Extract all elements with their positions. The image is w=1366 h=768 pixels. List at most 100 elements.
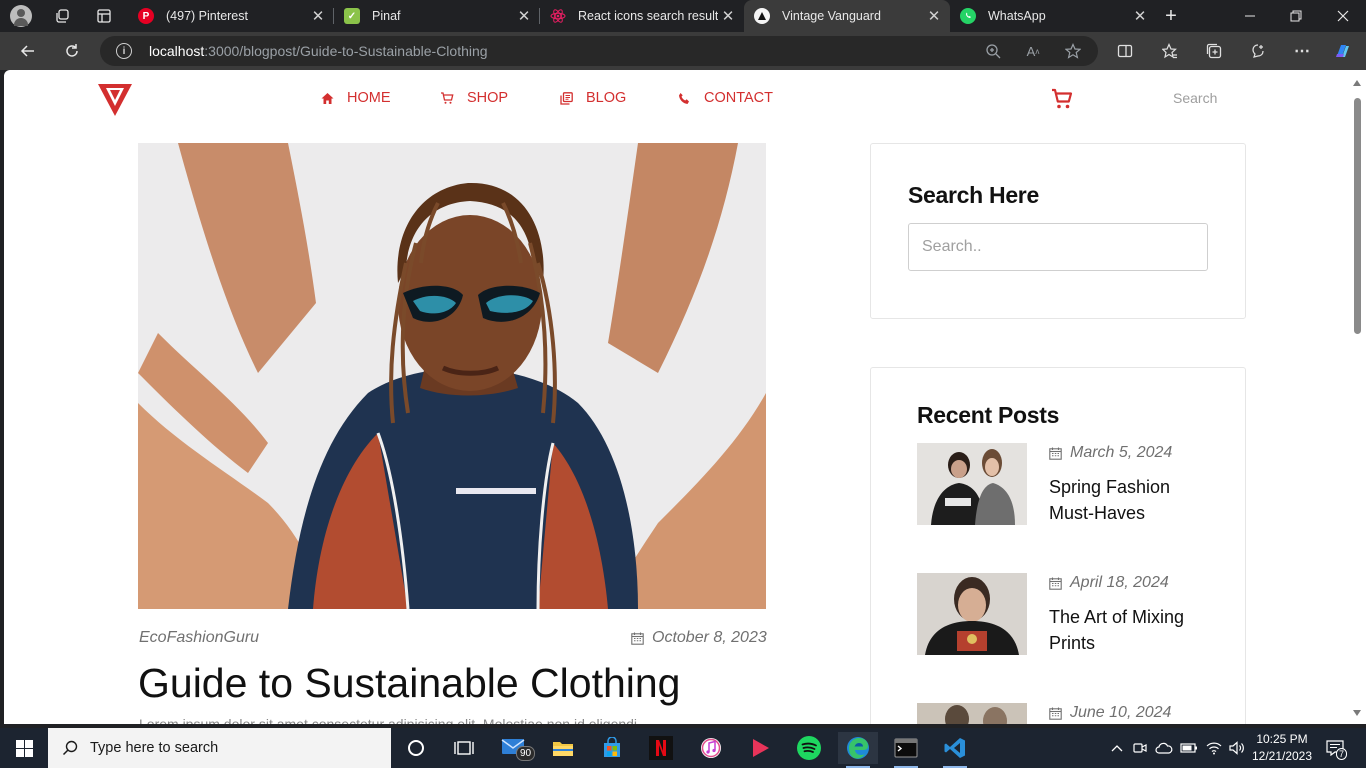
copilot-icon[interactable]	[1333, 41, 1353, 61]
tab-title: WhatsApp	[988, 9, 1046, 23]
profile-avatar-icon[interactable]	[10, 5, 32, 27]
show-hidden-icons-icon[interactable]	[1107, 728, 1127, 768]
url-host: localhost	[149, 43, 205, 59]
split-screen-icon[interactable]	[1115, 41, 1135, 61]
tab-whatsapp[interactable]: WhatsApp ✕	[950, 0, 1156, 32]
nav-label: SHOP	[467, 90, 509, 106]
address-bar[interactable]: i localhost:3000/blogpost/Guide-to-Susta…	[100, 36, 1098, 66]
vanguard-icon	[754, 8, 770, 24]
post-title: Guide to Sustainable Clothing	[138, 660, 681, 706]
recent-post-item[interactable]: March 5, 2024 Spring Fashion Must-Haves	[917, 443, 1217, 527]
recent-post-date: March 5, 2024	[1049, 444, 1172, 462]
nav-shop[interactable]: SHOP	[440, 90, 508, 106]
scrollbar-thumb[interactable]	[1354, 98, 1361, 334]
windows-start-icon[interactable]	[0, 728, 48, 768]
file-explorer-icon[interactable]	[543, 732, 583, 764]
minimize-icon[interactable]	[1227, 0, 1273, 32]
windows-taskbar: Type here to search 90 10:25 PM 12/21/20…	[0, 728, 1366, 768]
sidebar-search-input[interactable]	[908, 223, 1208, 271]
task-view-icon[interactable]	[444, 732, 484, 764]
onedrive-icon[interactable]	[1153, 728, 1175, 768]
recent-post-item[interactable]: April 18, 2024 The Art of Mixing Prints	[917, 573, 1217, 657]
tab-pinterest[interactable]: P (497) Pinterest ✕	[128, 0, 334, 32]
url-text[interactable]: localhost:3000/blogpost/Guide-to-Sustain…	[149, 43, 488, 59]
scroll-down-icon[interactable]	[1353, 710, 1361, 716]
battery-icon[interactable]	[1178, 728, 1200, 768]
post-hero-image	[138, 143, 766, 609]
close-tab-icon[interactable]: ✕	[308, 7, 328, 25]
taskbar-search-box[interactable]: Type here to search	[48, 728, 391, 768]
recent-post-thumbnail[interactable]	[917, 573, 1027, 655]
favorite-star-icon[interactable]	[1064, 42, 1082, 60]
favorites-icon[interactable]	[1160, 41, 1180, 61]
close-tab-icon[interactable]: ✕	[924, 7, 944, 25]
collections-icon[interactable]	[1204, 41, 1224, 61]
restore-icon[interactable]	[1273, 0, 1319, 32]
tab-pinaf[interactable]: ✓ Pinaf ✕	[334, 0, 540, 32]
recent-post-thumbnail[interactable]	[917, 703, 1027, 724]
whatsapp-icon	[960, 8, 976, 24]
nav-blog[interactable]: BLOG	[559, 90, 626, 106]
new-tab-button[interactable]: +	[1160, 5, 1182, 27]
tab-vintage-vanguard[interactable]: Vintage Vanguard ✕	[744, 0, 950, 32]
nav-contact[interactable]: CONTACT	[677, 90, 773, 106]
system-clock[interactable]: 10:25 PM 12/21/2023	[1247, 731, 1317, 765]
page-scrollbar[interactable]	[1349, 70, 1366, 724]
close-window-icon[interactable]	[1320, 0, 1366, 32]
spotify-icon[interactable]	[789, 732, 829, 764]
pinterest-icon: P	[138, 8, 154, 24]
calendar-icon	[1049, 707, 1062, 720]
vscode-icon[interactable]	[935, 732, 975, 768]
recent-post-thumbnail[interactable]	[917, 443, 1027, 525]
back-arrow-icon[interactable]	[14, 38, 42, 64]
tab-title: Pinaf	[372, 9, 401, 23]
home-icon	[320, 91, 334, 105]
read-aloud-icon[interactable]: Aʌ	[1024, 42, 1042, 60]
tab-react-icons[interactable]: React icons search results ✕	[540, 0, 744, 32]
cortana-icon[interactable]	[396, 732, 436, 764]
close-tab-icon[interactable]: ✕	[514, 7, 534, 25]
notification-badge: 7	[1336, 748, 1348, 760]
tab-title: (497) Pinterest	[166, 9, 248, 23]
scroll-up-icon[interactable]	[1353, 80, 1361, 86]
mail-icon[interactable]: 90	[494, 732, 536, 764]
zoom-icon[interactable]	[984, 42, 1002, 60]
taskbar-search-placeholder: Type here to search	[90, 740, 219, 756]
calendar-icon	[1049, 577, 1062, 590]
close-tab-icon[interactable]: ✕	[1130, 7, 1150, 25]
browser-tab-strip: P (497) Pinterest ✕ ✓ Pinaf ✕ React icon…	[0, 0, 1366, 32]
browser-essentials-icon[interactable]	[1248, 41, 1268, 61]
post-date: October 8, 2023	[631, 629, 767, 647]
tab-actions-icon[interactable]	[93, 5, 115, 27]
recent-post-title[interactable]: The Art of Mixing Prints	[1049, 604, 1219, 656]
terminal-icon[interactable]	[886, 732, 926, 768]
mail-badge: 90	[516, 746, 536, 761]
meet-now-icon[interactable]	[1130, 728, 1150, 768]
itunes-icon[interactable]	[691, 732, 731, 764]
clock-date: 12/21/2023	[1251, 749, 1313, 763]
edge-icon[interactable]	[838, 732, 878, 768]
close-tab-icon[interactable]: ✕	[718, 7, 738, 25]
workspaces-icon[interactable]	[51, 5, 73, 27]
page-viewport: HOME SHOP BLOG CONTACT Search EcoFashion…	[4, 70, 1349, 724]
refresh-icon[interactable]	[58, 38, 86, 64]
media-player-icon[interactable]	[740, 732, 780, 764]
wifi-icon[interactable]	[1203, 728, 1225, 768]
blog-icon	[559, 91, 573, 105]
site-search-link[interactable]: Search	[1173, 90, 1217, 106]
site-info-icon[interactable]: i	[116, 43, 132, 59]
volume-icon[interactable]	[1226, 728, 1248, 768]
shopping-cart-icon[interactable]	[1050, 87, 1074, 111]
nav-home[interactable]: HOME	[320, 90, 391, 106]
site-logo-icon[interactable]	[98, 84, 132, 116]
microsoft-store-icon[interactable]	[592, 732, 632, 764]
react-icon	[550, 8, 566, 24]
recent-post-item[interactable]: June 10, 2024	[917, 703, 1217, 724]
nav-label: BLOG	[586, 90, 627, 106]
more-options-icon[interactable]: ⋯	[1292, 41, 1312, 61]
notifications-icon[interactable]: 7	[1320, 728, 1350, 768]
search-icon	[62, 740, 78, 756]
recent-post-title[interactable]: Spring Fashion Must-Haves	[1049, 474, 1219, 526]
nav-label: CONTACT	[704, 90, 774, 106]
netflix-icon[interactable]	[641, 732, 681, 764]
